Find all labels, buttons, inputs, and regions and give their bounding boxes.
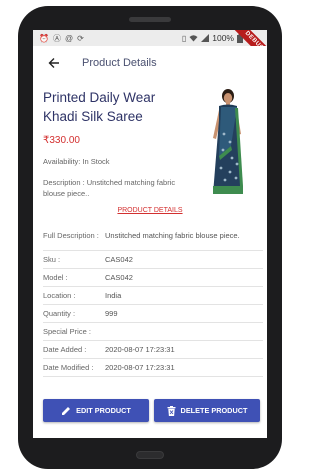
detail-label: Special Price :: [43, 327, 91, 336]
short-description: Description : Unstitched matching fabric…: [43, 178, 176, 198]
detail-value: 999: [105, 309, 118, 318]
product-details-link[interactable]: PRODUCT DETAILS: [33, 207, 267, 214]
phone-speaker: [129, 17, 171, 22]
detail-label: Sku :: [43, 255, 61, 264]
detail-value: 2020-08-07 17:23:31: [105, 345, 175, 354]
edit-product-label: EDIT PRODUCT: [76, 406, 131, 415]
detail-label: Date Modified :: [43, 363, 94, 372]
detail-value: Unstitched matching fabric blouse piece.: [105, 231, 240, 240]
alarm-icon: ⏰: [39, 33, 49, 43]
detail-value: India: [105, 291, 122, 300]
detail-row-special-price: Special Price :: [43, 323, 263, 341]
detail-value: CAS042: [105, 255, 133, 264]
product-name: Printed Daily Wear Khadi Silk Saree: [43, 90, 156, 124]
phone-home-button[interactable]: [136, 451, 164, 459]
detail-value: CAS042: [105, 273, 133, 282]
detail-label: Quantity :: [43, 309, 76, 318]
detail-row-date-added: Date Added : 2020-08-07 17:23:31: [43, 341, 263, 359]
detail-label: Date Added :: [43, 345, 87, 354]
detail-label: Model :: [43, 273, 68, 282]
back-button[interactable]: [40, 49, 68, 77]
edit-product-button[interactable]: EDIT PRODUCT: [43, 399, 149, 422]
details-list: Full Description : Unstitched matching f…: [43, 224, 263, 377]
vibrate-icon: ▯: [181, 33, 187, 43]
availability-text: Availability: In Stock: [43, 157, 110, 166]
delete-product-label: DELETE PRODUCT: [180, 406, 248, 415]
sync-icon: ⟳: [77, 33, 84, 43]
delete-product-button[interactable]: DELETE PRODUCT: [154, 399, 260, 422]
detail-value: 2020-08-07 17:23:31: [105, 363, 175, 372]
mail-icon: @: [64, 33, 74, 43]
detail-row-model: Model : CAS042: [43, 269, 263, 287]
detail-row-sku: Sku : CAS042: [43, 251, 263, 269]
edit-icon: [62, 406, 71, 415]
page-title: Product Details: [82, 57, 157, 69]
product-price: ₹330.00: [43, 135, 80, 146]
detail-row-full-description: Full Description : Unstitched matching f…: [43, 224, 263, 251]
detail-label: Location :: [43, 291, 76, 300]
delete-icon: [167, 405, 176, 416]
app-bar: Product Details: [33, 46, 267, 80]
signal-icon: [201, 34, 210, 42]
notification-a-icon: Ⓐ: [52, 33, 61, 43]
detail-row-date-modified: Date Modified : 2020-08-07 17:23:31: [43, 359, 263, 377]
detail-row-location: Location : India: [43, 287, 263, 305]
detail-row-quantity: Quantity : 999: [43, 305, 263, 323]
arrow-back-icon: [48, 58, 59, 68]
screen: ⏰ Ⓐ @ ⟳ ▯ 100% DEBUG Product Details Pri…: [33, 30, 267, 438]
product-image: [213, 89, 243, 194]
battery-percent: 100%: [212, 33, 234, 43]
wifi-icon: [189, 35, 198, 42]
status-bar: ⏰ Ⓐ @ ⟳ ▯ 100% DEBUG: [33, 30, 267, 66]
detail-label: Full Description :: [43, 231, 99, 240]
